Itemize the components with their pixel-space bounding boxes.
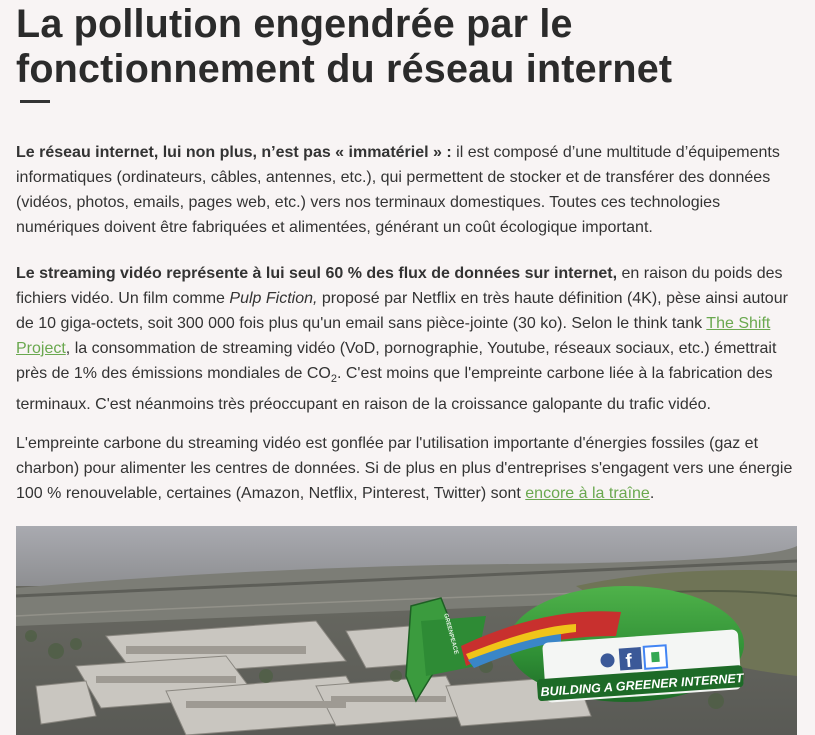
- article-title: La pollution engendrée par le fonctionne…: [16, 2, 673, 91]
- p3-text-a: L'empreinte carbone du streaming vidéo e…: [16, 435, 793, 502]
- encore-a-la-traine-link[interactable]: encore à la traîne: [525, 485, 650, 502]
- p2-bold-lead: Le streaming vidéo représente à lui seul…: [16, 265, 618, 282]
- paragraph-streaming: Le streaming vidéo représente à lui seul…: [16, 261, 802, 417]
- greenpeace-blimp-photo: f BUILDING A GREENER INTERNET GREENPEACE: [16, 526, 797, 735]
- paragraph-internet-materiel: Le réseau internet, lui non plus, n’est …: [16, 140, 802, 240]
- p1-bold-lead: Le réseau internet, lui non plus, n’est …: [16, 144, 452, 161]
- title-underline: [20, 100, 50, 103]
- p2-film-title: Pulp Fiction,: [229, 290, 318, 307]
- paragraph-carbon-footprint: L'empreinte carbone du streaming vidéo e…: [16, 431, 802, 506]
- p3-text-b: .: [649, 485, 655, 502]
